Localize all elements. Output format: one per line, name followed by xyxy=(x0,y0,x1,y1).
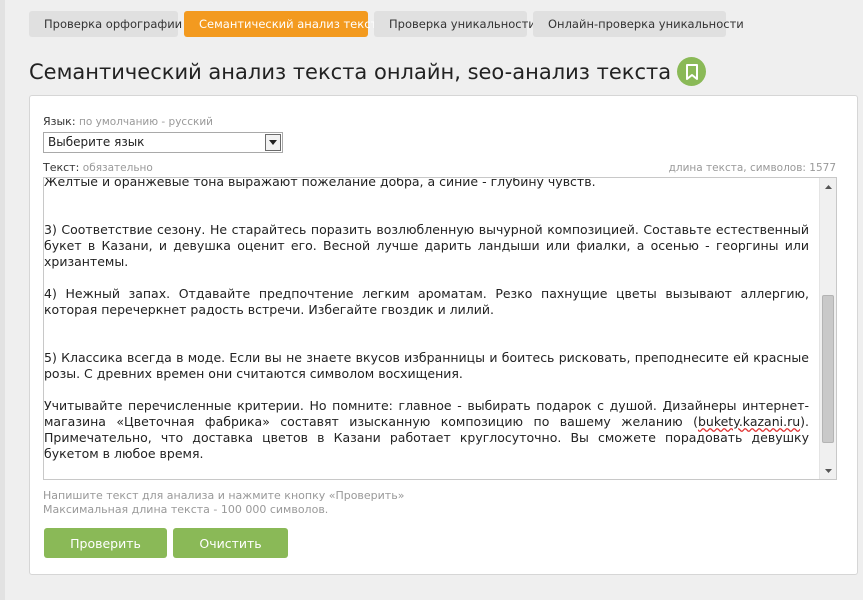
text-hint: обязательно xyxy=(82,162,153,174)
help-text: Напишите текст для анализа и нажмите кно… xyxy=(43,489,404,517)
page-title: Семантический анализ текста онлайн, seo-… xyxy=(29,59,672,84)
text-label-row: Текст: обязательно xyxy=(43,161,153,174)
text-paragraph: Желтые и оранжевые тона выражают пожелан… xyxy=(44,177,596,189)
page-left-edge xyxy=(0,0,5,600)
text-paragraph: 3) Соответствие сезону. Не старайтесь по… xyxy=(44,222,809,269)
text-scrollbar[interactable] xyxy=(819,178,836,479)
text-input[interactable]: Желтые и оранжевые тона выражают пожелан… xyxy=(43,177,837,480)
text-paragraph: 5) Классика всегда в моде. Если вы не зн… xyxy=(44,350,809,381)
scroll-down-icon[interactable] xyxy=(820,462,836,479)
bookmark-icon[interactable] xyxy=(677,57,707,86)
text-fragment: Учитывайте перечисленные критерии. Но по… xyxy=(44,398,809,429)
language-label-row: Язык: по умолчанию - русский xyxy=(43,115,213,128)
spellcheck-word: bukety.kazani.ru xyxy=(697,414,801,429)
scroll-up-icon[interactable] xyxy=(820,178,836,195)
tab-online-uniqueness-check[interactable]: Онлайн-проверка уникальности xyxy=(533,11,744,37)
tab-uniqueness-check[interactable]: Проверка уникальности xyxy=(374,11,536,37)
text-label: Текст: xyxy=(43,161,80,174)
language-hint: по умолчанию - русский xyxy=(79,116,213,128)
chevron-down-icon[interactable] xyxy=(265,134,281,151)
help-line: Напишите текст для анализа и нажмите кно… xyxy=(43,489,405,502)
tab-semantic-analysis[interactable]: Семантический анализ текста xyxy=(184,11,384,37)
tab-spell-check[interactable]: Проверка орфографии xyxy=(29,11,182,37)
help-line: Максимальная длина текста - 100 000 симв… xyxy=(43,503,329,516)
language-select-value: Выберите язык xyxy=(48,135,145,149)
analysis-form-panel: Язык: по умолчанию - русский Выберите яз… xyxy=(29,95,858,575)
text-paragraph-final: Учитывайте перечисленные критерии. Но по… xyxy=(44,398,809,462)
text-paragraph: 4) Нежный запах. Отдавайте предпочтение … xyxy=(44,286,809,317)
page-title-row: Семантический анализ текста онлайн, seo-… xyxy=(29,57,707,86)
language-label: Язык: xyxy=(43,115,76,128)
language-select[interactable]: Выберите язык xyxy=(43,132,283,153)
tool-tabs: Проверка орфографии Семантический анализ… xyxy=(29,11,744,37)
scrollbar-thumb[interactable] xyxy=(822,295,834,443)
clear-button[interactable]: Очистить xyxy=(173,528,288,558)
text-input-content[interactable]: Желтые и оранжевые тона выражают пожелан… xyxy=(44,178,819,478)
check-button[interactable]: Проверить xyxy=(44,528,167,558)
text-length-counter: длина текста, символов: 1577 xyxy=(668,162,836,174)
